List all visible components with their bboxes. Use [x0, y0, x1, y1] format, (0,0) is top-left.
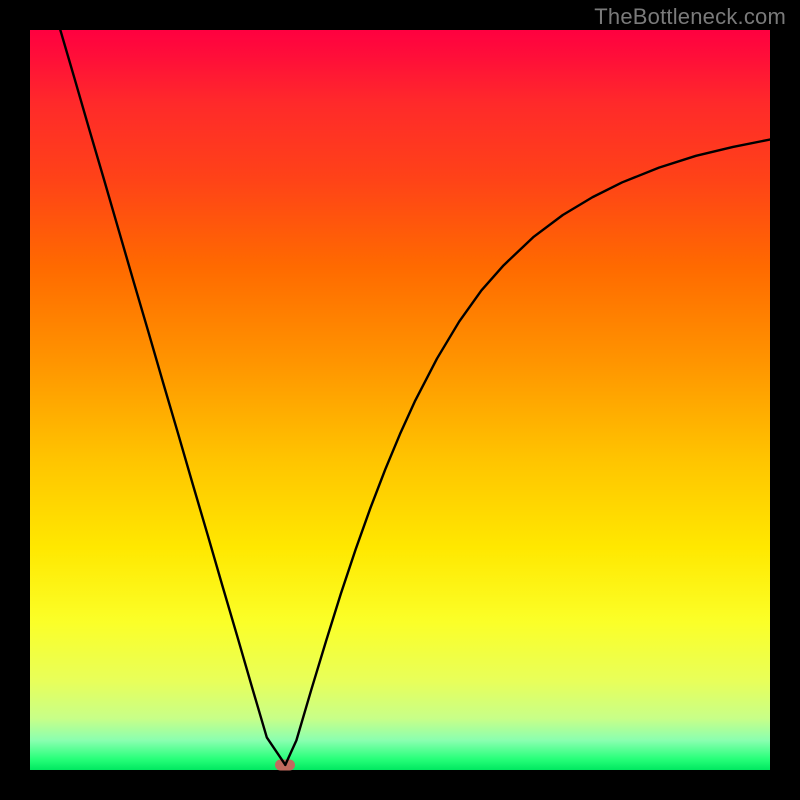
chart-plot-area [30, 30, 770, 770]
watermark-text: TheBottleneck.com [594, 4, 786, 30]
bottleneck-curve [30, 30, 770, 770]
